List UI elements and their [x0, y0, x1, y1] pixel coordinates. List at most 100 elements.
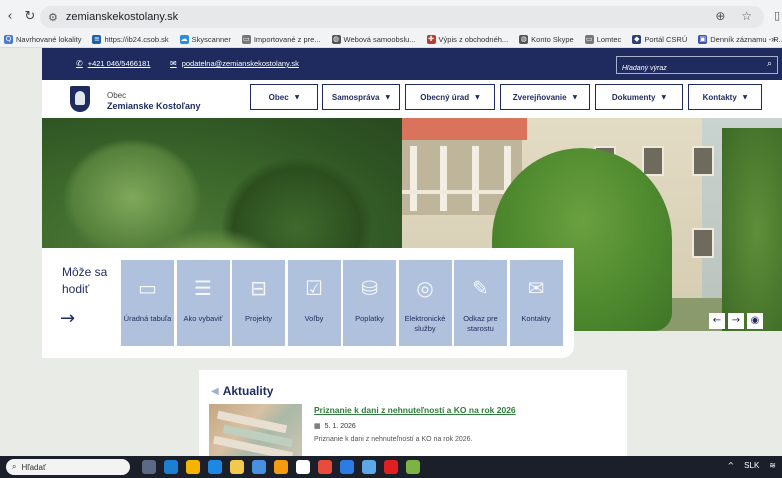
slider-pause-button[interactable]: ◉: [747, 313, 763, 329]
logo-name-text[interactable]: Zemianske Kostoľany: [107, 101, 201, 111]
url-text: zemianskekostolany.sk: [65, 11, 179, 23]
taskbar-app-icon[interactable]: [142, 460, 156, 474]
taskbar-app-icon[interactable]: [384, 460, 398, 474]
bookmark-item[interactable]: ✚ Výpis z obchodnéh...: [426, 35, 509, 44]
quick-link-tile[interactable]: ☰ Ako vybaviť: [176, 260, 230, 346]
wifi-icon[interactable]: ≋: [769, 461, 776, 470]
nav-menu-label: Zverejňovanie: [512, 92, 567, 102]
taskbar-app-icon[interactable]: [340, 460, 354, 474]
bookmark-label: Importované z pre...: [253, 35, 321, 44]
quick-link-label: Úradná tabuľa: [123, 314, 172, 323]
bookmark-icon: Q: [4, 35, 13, 44]
taskbar-app-icon[interactable]: [318, 460, 332, 474]
quick-link-tile[interactable]: ✎ Odkaz pre starostu: [454, 260, 507, 346]
nav-menu-item[interactable]: Zverejňovanie ▼: [500, 84, 590, 110]
bookmark-label: https://ib24.csob.sk: [104, 35, 169, 44]
bookmark-item[interactable]: Q Navrhované lokality: [4, 35, 81, 44]
contact-card-icon: ✉: [527, 276, 545, 300]
bookmark-item[interactable]: ▣ Denník záznamu - R...: [698, 35, 782, 44]
news-date: ▦ 5. 1. 2026: [314, 422, 356, 430]
search-input[interactable]: [617, 60, 747, 77]
search-icon: ⌕: [12, 462, 17, 471]
chevron-down-icon: ▼: [742, 93, 748, 101]
top-contact-bar: ✆ +421 046/5466181 ✉ podatelna@zemianske…: [42, 48, 782, 80]
chevron-down-icon: ▼: [475, 93, 480, 101]
bookmark-item[interactable]: ▭ Importované z pre...: [241, 35, 321, 44]
coat-of-arms-logo[interactable]: [70, 86, 90, 112]
address-bar[interactable]: ⚙ zemianskekostolany.sk ⊕ ☆: [40, 6, 764, 28]
taskbar-app-icon[interactable]: [230, 460, 244, 474]
chevron-down-icon: ▼: [661, 93, 667, 101]
language-indicator[interactable]: SLK: [744, 461, 759, 470]
taskbar-search[interactable]: ⌕ Hľadať: [6, 459, 130, 475]
quick-link-tile[interactable]: ⊟ Projekty: [232, 260, 285, 346]
nav-menu-item[interactable]: Kontakty ▼: [688, 84, 762, 110]
pencil-icon: ✎: [472, 276, 489, 300]
quick-link-label: Voľby: [304, 314, 324, 323]
bookmark-icon: ◆: [632, 35, 642, 44]
bookmark-label: Portál CSRÚ: [644, 35, 688, 44]
nav-menu-label: Obecný úrad: [420, 92, 470, 102]
quick-links-title: Môže sa hodiť: [62, 265, 108, 296]
bookmark-label: Skyscanner: [191, 35, 231, 44]
slider-next-button[interactable]: →: [728, 313, 744, 329]
coins-icon: ⛁: [361, 276, 378, 300]
bookmark-icon: ☁: [179, 35, 189, 44]
news-title-link[interactable]: Priznanie k dani z nehnuteľností a KO na…: [314, 405, 516, 415]
bookmark-item[interactable]: ☁ Skyscanner: [179, 35, 231, 44]
nav-menu-label: Dokumenty: [611, 92, 656, 102]
taskbar-app-icon[interactable]: [164, 460, 178, 474]
quick-link-tile[interactable]: ▭ Úradná tabuľa: [121, 260, 174, 346]
quick-link-label: Projekty: [244, 314, 273, 323]
nav-menu-label: Obec: [268, 92, 289, 102]
bookmark-item[interactable]: ◍ Webová samoobslu...: [331, 35, 416, 44]
bookmark-item[interactable]: ◍ Konto Skype: [519, 35, 574, 44]
reload-icon[interactable]: ↻: [20, 9, 40, 24]
bookmarks-more[interactable]: »: [771, 34, 776, 44]
nav-menu-item[interactable]: Samospráva ▼: [322, 84, 400, 110]
quick-link-tile[interactable]: ⛁ Poplatky: [343, 260, 396, 346]
bookmark-label: Navrhované lokality: [16, 35, 82, 44]
quick-link-tile[interactable]: ◎ Elektronické služby: [398, 260, 452, 346]
mail-icon: ✉: [170, 59, 177, 68]
taskbar-app-icon[interactable]: [252, 460, 266, 474]
quick-link-label: Kontakty: [521, 314, 551, 323]
search-icon[interactable]: ⌕: [767, 59, 772, 69]
quick-link-tile[interactable]: ✉ Kontakty: [509, 260, 563, 346]
windows-taskbar: ⌕ Hľadať ^ SLK ≋: [0, 456, 782, 478]
back-icon[interactable]: ‹: [0, 9, 20, 24]
zoom-icon[interactable]: ⊕: [715, 9, 725, 23]
tray-chevron-icon[interactable]: ^: [727, 461, 734, 470]
arrow-right-icon[interactable]: →: [60, 308, 75, 329]
extensions-icon[interactable]: ▯: [774, 9, 780, 22]
bookmark-label: Výpis z obchodnéh...: [438, 35, 509, 44]
nav-menu-label: Samospráva: [331, 92, 380, 102]
quick-link-label: Elektronické služby: [404, 314, 446, 333]
bookmark-icon: ◍: [519, 35, 529, 44]
taskbar-app-icon[interactable]: [296, 460, 310, 474]
bookmark-item[interactable]: ≡ https://ib24.csob.sk: [92, 35, 169, 44]
slider-prev-button[interactable]: ←: [709, 313, 725, 329]
nav-menu-item[interactable]: Obecný úrad ▼: [405, 84, 495, 110]
taskbar-app-icon[interactable]: [274, 460, 288, 474]
quick-link-label: Poplatky: [355, 314, 384, 323]
logo-obec-text[interactable]: Obec: [107, 91, 126, 100]
bookmark-label: Lomtec: [596, 35, 622, 44]
taskbar-app-icon[interactable]: [406, 460, 420, 474]
bookmark-item[interactable]: ▭ Lomtec: [584, 35, 622, 44]
bookmark-item[interactable]: ◆ Portál CSRÚ: [632, 35, 687, 44]
taskbar-app-icon[interactable]: [208, 460, 222, 474]
search-box: ⌕: [616, 56, 778, 77]
bookmark-star-icon[interactable]: ☆: [741, 9, 752, 23]
email-link[interactable]: ✉ podatelna@zemianskekostolany.sk: [170, 59, 299, 68]
taskbar-app-icon[interactable]: [186, 460, 200, 474]
calendar-icon: ▦: [314, 422, 321, 430]
phone-link[interactable]: ✆ +421 046/5466181: [76, 59, 150, 68]
nav-menu-item[interactable]: Obec ▼: [250, 84, 318, 110]
site-info-icon[interactable]: ⚙: [48, 11, 58, 24]
quick-link-tile[interactable]: ☑ Voľby: [287, 260, 341, 346]
nav-menu-item[interactable]: Dokumenty ▼: [595, 84, 683, 110]
megaphone-icon: ◀: [211, 385, 219, 397]
news-thumbnail[interactable]: [209, 404, 302, 456]
taskbar-app-icon[interactable]: [362, 460, 376, 474]
